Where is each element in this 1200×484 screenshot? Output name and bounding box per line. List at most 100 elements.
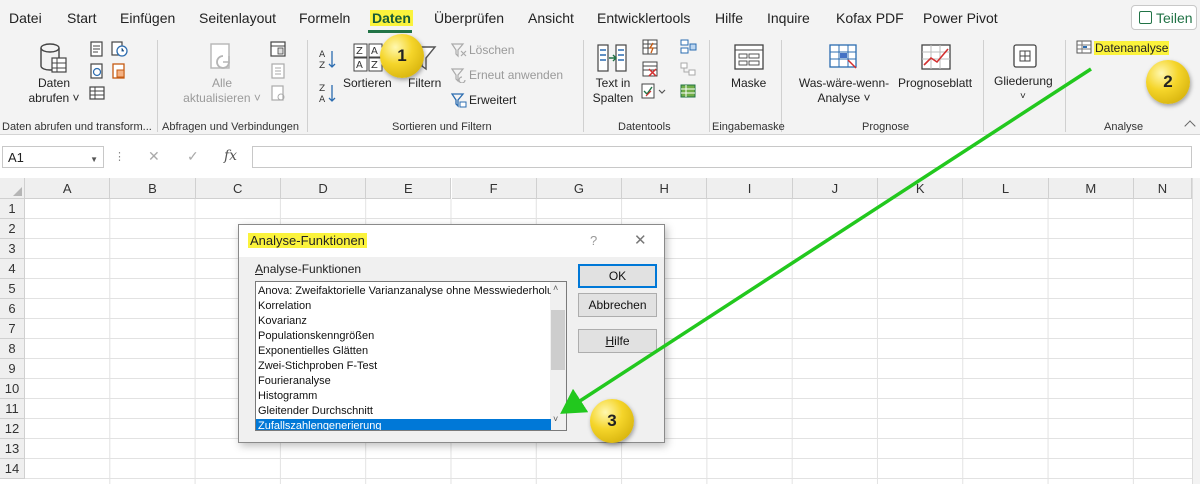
existing-connections-icon[interactable] [110, 62, 128, 80]
row-header[interactable]: 4 [0, 259, 25, 279]
from-text-icon[interactable] [88, 40, 106, 58]
tab-ueberpruefen[interactable]: Überprüfen [434, 10, 504, 26]
sort-za-icon[interactable]: ZA [318, 82, 336, 104]
formula-bar: A1 ▼ ⋮ ✕ ✓ fx [0, 135, 1200, 178]
help-button[interactable]: Hilfe [578, 329, 657, 353]
more-icon[interactable]: ⋮ [114, 150, 125, 163]
tab-daten[interactable]: Daten [370, 10, 413, 26]
row-header[interactable]: 10 [0, 379, 25, 399]
list-item[interactable]: Gleitender Durchschnitt [256, 404, 551, 419]
reapply-icon [451, 68, 466, 83]
column-header[interactable]: L [963, 178, 1049, 199]
list-item[interactable]: Kovarianz [256, 314, 551, 329]
tab-power-pivot[interactable]: Power Pivot [923, 10, 998, 26]
vertical-scrollbar[interactable] [1192, 178, 1200, 484]
data-model-icon[interactable] [679, 82, 697, 100]
data-validation-icon[interactable] [641, 82, 669, 100]
list-item[interactable]: Zwei-Stichproben F-Test [256, 359, 551, 374]
row-header[interactable]: 1 [0, 199, 25, 219]
scroll-thumb[interactable] [551, 310, 565, 370]
column-header[interactable]: E [366, 178, 452, 199]
tab-datei[interactable]: Datei [9, 10, 42, 26]
list-item[interactable]: Populationskenngrößen [256, 329, 551, 344]
confirm-entry-icon[interactable]: ✓ [187, 148, 199, 165]
share-button[interactable]: Teilen [1131, 5, 1197, 30]
formula-input[interactable] [252, 146, 1192, 168]
queries-connections-icon[interactable] [269, 40, 287, 58]
row-header[interactable]: 9 [0, 359, 25, 379]
recent-sources-icon[interactable] [110, 40, 128, 58]
waswaere-label-2: Analyse ˅ [817, 91, 871, 105]
list-item[interactable]: Histogramm [256, 389, 551, 404]
column-header[interactable]: M [1048, 178, 1134, 199]
ok-button[interactable]: OK [578, 264, 657, 288]
svg-text:Z: Z [319, 84, 325, 94]
column-header[interactable]: N [1133, 178, 1192, 199]
from-table-icon[interactable] [88, 84, 106, 102]
list-item[interactable]: Exponentielles Glätten [256, 344, 551, 359]
row-header[interactable]: 12 [0, 419, 25, 439]
row-header[interactable]: 3 [0, 239, 25, 259]
edit-links-icon[interactable] [269, 84, 287, 102]
column-header[interactable]: J [792, 178, 878, 199]
consolidate-icon[interactable] [679, 38, 697, 56]
tab-einfuegen[interactable]: Einfügen [120, 10, 175, 26]
daten-abrufen-label-1: Daten [37, 76, 71, 90]
row-header[interactable]: 13 [0, 439, 25, 459]
column-header[interactable]: K [878, 178, 964, 199]
column-header[interactable]: G [536, 178, 623, 199]
erneut-label: Erneut anwenden [469, 68, 564, 82]
scroll-down-icon[interactable]: ˅ [553, 414, 558, 424]
column-header[interactable]: H [622, 178, 708, 199]
tab-ansicht[interactable]: Ansicht [528, 10, 574, 26]
tab-inquire[interactable]: Inquire [767, 10, 810, 26]
list-item[interactable]: Korrelation [256, 299, 551, 314]
prognoseblatt-label: Prognoseblatt [898, 76, 973, 90]
row-header[interactable]: 5 [0, 279, 25, 299]
tab-kofax-pdf[interactable]: Kofax PDF [836, 10, 904, 26]
row-header[interactable]: 2 [0, 219, 25, 239]
dialog-titlebar[interactable]: Analyse-Funktionen ? ✕ [239, 225, 664, 257]
row-header[interactable]: 11 [0, 399, 25, 419]
column-header[interactable]: F [451, 178, 537, 199]
column-header[interactable]: C [195, 178, 281, 199]
tab-entwicklertools[interactable]: Entwicklertools [597, 10, 690, 26]
analysis-function-list[interactable]: ˄ ˅ Anova: Zweifaktorielle Varianzanalys… [255, 281, 567, 431]
column-header[interactable]: A [25, 178, 111, 199]
column-header[interactable]: B [110, 178, 196, 199]
column-header[interactable]: D [280, 178, 367, 199]
tab-seitenlayout[interactable]: Seitenlayout [199, 10, 276, 26]
select-all-button[interactable] [0, 178, 25, 199]
name-box[interactable]: A1 ▼ [2, 146, 104, 168]
cancel-entry-icon[interactable]: ✕ [148, 148, 160, 165]
column-header[interactable]: I [707, 178, 793, 199]
list-item[interactable]: Anova: Zweifaktorielle Varianzanalyse oh… [256, 284, 551, 299]
tab-hilfe[interactable]: Hilfe [715, 10, 743, 26]
tab-start[interactable]: Start [67, 10, 97, 26]
tab-formeln[interactable]: Formeln [299, 10, 350, 26]
row-header[interactable]: 14 [0, 459, 25, 479]
list-item[interactable]: Fourieranalyse [256, 374, 551, 389]
close-icon[interactable]: ✕ [634, 231, 647, 249]
collapse-ribbon-icon[interactable] [1184, 120, 1196, 132]
relationships-icon[interactable] [679, 60, 697, 78]
list-item[interactable]: Zufallszahlengenerierung [256, 419, 551, 430]
list-scrollbar[interactable]: ˄ ˅ [550, 282, 566, 430]
flash-fill-icon[interactable] [641, 38, 659, 56]
ribbon-separator [983, 40, 984, 132]
scroll-up-icon[interactable]: ˄ [553, 283, 558, 293]
row-header[interactable]: 7 [0, 319, 25, 339]
remove-duplicates-icon[interactable] [641, 60, 659, 78]
daten-abrufen-label-2: abrufen ˅ [28, 91, 80, 105]
help-icon[interactable]: ? [590, 233, 597, 248]
row-header[interactable]: 6 [0, 299, 25, 319]
svg-text:A: A [371, 46, 378, 57]
cancel-button[interactable]: Abbrechen [578, 293, 657, 317]
properties-icon[interactable] [269, 62, 287, 80]
from-web-icon[interactable] [88, 62, 106, 80]
sort-az-icon[interactable]: AZ [318, 48, 336, 70]
row-header[interactable]: 8 [0, 339, 25, 359]
datenanalyse-label: Datenanalyse [1094, 41, 1170, 55]
insert-function-icon[interactable]: fx [224, 148, 237, 164]
chevron-down-icon[interactable]: ▼ [90, 155, 98, 164]
